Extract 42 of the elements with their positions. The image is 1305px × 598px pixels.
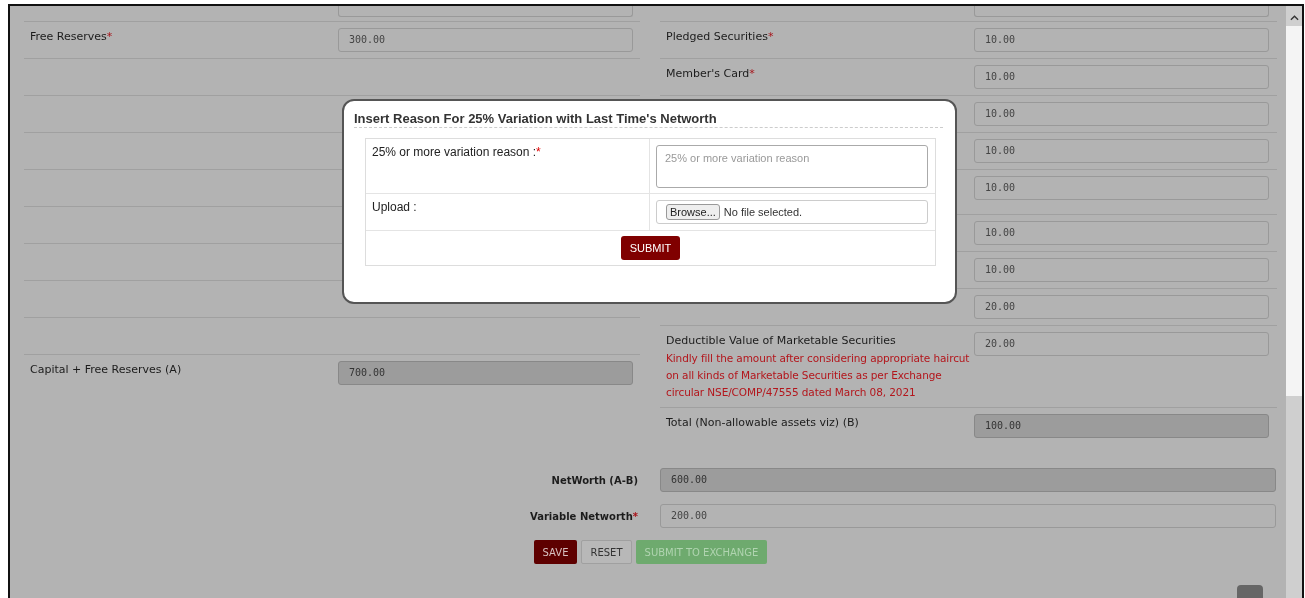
- field-label: Member's Card: [666, 67, 750, 80]
- scrollbar[interactable]: [1286, 6, 1302, 598]
- input-field[interactable]: 300.00: [338, 28, 633, 52]
- input-field[interactable]: 100.00: [974, 414, 1269, 438]
- field-label: Total (Non-allowable assets viz) (B): [666, 416, 859, 429]
- input-field[interactable]: 10.00: [974, 258, 1269, 282]
- field-label: Free Reserves: [30, 30, 107, 43]
- field-label: Pledged Securities: [666, 30, 768, 43]
- required-mark: *: [749, 67, 755, 80]
- reason-text-area[interactable]: 25% or more variation reason: [656, 145, 928, 188]
- file-input[interactable]: Browse... No file selected.: [656, 200, 928, 224]
- input-field[interactable]: 10.00: [974, 221, 1269, 245]
- scrollbar-thumb[interactable]: [1286, 26, 1302, 396]
- input-field[interactable]: 20.00: [974, 332, 1269, 356]
- input-field[interactable]: 10.00: [974, 28, 1269, 52]
- required-mark: *: [536, 145, 541, 159]
- required-mark: *: [106, 30, 113, 43]
- input-field[interactable]: 10.00: [974, 139, 1269, 163]
- save-button[interactable]: SAVE: [533, 540, 578, 564]
- input-field[interactable]: [338, 6, 633, 17]
- note-text: Kindly fill the amount after considering appropriate haircut on all kinds of Marketable Securities as per Exchange circular NSE/COMP/47555 dated March 08, 2021: [666, 351, 971, 400]
- input-field[interactable]: 200.00: [660, 504, 1276, 528]
- input-field[interactable]: 20.00: [974, 295, 1269, 319]
- reset-button[interactable]: RESET: [581, 540, 632, 564]
- field-label: Deductible Value of Marketable Securities: [666, 334, 896, 347]
- input-field[interactable]: 600.00: [660, 468, 1276, 492]
- dialog-title: Insert Reason For 25% Variation with Last Time's Networth: [354, 111, 943, 128]
- required-mark: *: [632, 510, 638, 522]
- browse-button[interactable]: Browse...: [666, 204, 720, 220]
- input-field[interactable]: 10.00: [974, 65, 1269, 89]
- input-field[interactable]: [974, 6, 1269, 17]
- field-label: Upload :: [372, 200, 417, 214]
- required-mark: *: [767, 30, 774, 43]
- submit-button[interactable]: SUBMIT: [620, 236, 681, 260]
- field-label: Capital + Free Reserves (A): [30, 363, 182, 376]
- file-status-text: No file selected.: [723, 206, 803, 218]
- field-label: Variable Networth: [530, 510, 633, 522]
- input-field[interactable]: 700.00: [338, 361, 633, 385]
- field-label: 25% or more variation reason :: [372, 145, 537, 159]
- input-field[interactable]: 10.00: [974, 176, 1269, 200]
- field-label: NetWorth (A-B): [551, 474, 638, 486]
- input-field[interactable]: 10.00: [974, 102, 1269, 126]
